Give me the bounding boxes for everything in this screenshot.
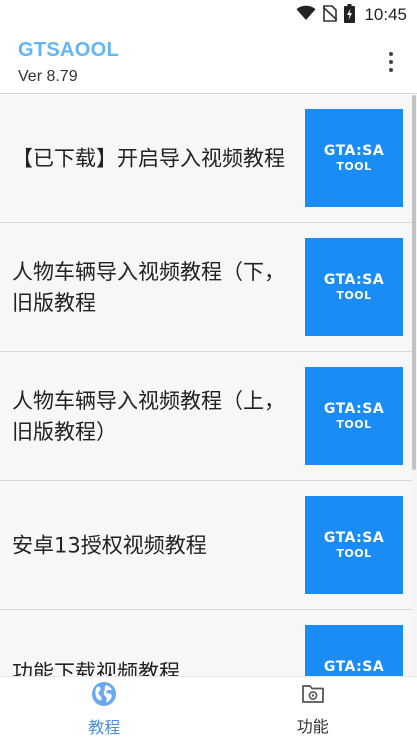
list-item-title: 安卓13授权视频教程: [12, 533, 207, 557]
list-scrollbar[interactable]: [412, 95, 416, 470]
thumbnail-line2: TOOL: [336, 547, 372, 560]
status-bar: 10:45: [0, 0, 417, 30]
thumbnail-line2: TOOL: [336, 418, 372, 431]
thumbnail-line2: TOOL: [336, 289, 372, 302]
thumbnail-line1: GTA:SA: [323, 143, 385, 159]
bottom-nav: 教程 功能: [0, 676, 417, 741]
thumbnail-line2: TOOL: [336, 160, 372, 173]
gtasa-tool-thumbnail: GTA:SA TOOL: [305, 625, 403, 676]
app-bar: GTSAOOL Ver 8.79: [0, 30, 417, 94]
more-vert-icon[interactable]: [379, 48, 403, 76]
tutorial-list[interactable]: 【已下载】开启导入视频教程 GTA:SA TOOL 人物车辆导入视频教程（下，旧…: [0, 95, 417, 676]
list-item[interactable]: 【已下载】开启导入视频教程 GTA:SA TOOL: [0, 95, 412, 223]
app-title: GTSAOOL: [18, 39, 119, 61]
thumbnail-line1: GTA:SA: [323, 659, 385, 675]
status-time: 10:45: [364, 5, 407, 24]
no-sim-icon: [322, 4, 338, 26]
thumbnail-line1: GTA:SA: [323, 401, 385, 417]
battery-charging-icon: [344, 3, 356, 27]
globe-icon: [91, 681, 117, 711]
list-item[interactable]: 安卓13授权视频教程 GTA:SA TOOL: [0, 482, 412, 610]
status-icons: 10:45: [296, 3, 407, 27]
tab-functions[interactable]: 功能: [209, 677, 417, 741]
list-item-title: 人物车辆导入视频教程（下，旧版教程: [12, 259, 285, 315]
tab-tutorials-label: 教程: [88, 718, 121, 737]
thumbnail-line1: GTA:SA: [323, 530, 385, 546]
tab-tutorials[interactable]: 教程: [0, 677, 209, 741]
list-item-title: 【已下载】开启导入视频教程: [12, 146, 285, 170]
tab-functions-label: 功能: [296, 717, 329, 736]
list-item[interactable]: 功能下载视频教程 GTA:SA TOOL: [0, 611, 412, 676]
list-item-title: 人物车辆导入视频教程（上，旧版教程）: [12, 388, 285, 444]
list-item-title: 功能下载视频教程: [12, 660, 180, 677]
list-item[interactable]: 人物车辆导入视频教程（上，旧版教程） GTA:SA TOOL: [0, 353, 412, 481]
gtasa-tool-thumbnail: GTA:SA TOOL: [305, 496, 403, 594]
list-item[interactable]: 人物车辆导入视频教程（下，旧版教程 GTA:SA TOOL: [0, 224, 412, 352]
wifi-icon: [296, 5, 316, 25]
gtasa-tool-thumbnail: GTA:SA TOOL: [305, 109, 403, 207]
folder-settings-icon: [301, 682, 325, 710]
thumbnail-line1: GTA:SA: [323, 272, 385, 288]
gtasa-tool-thumbnail: GTA:SA TOOL: [305, 367, 403, 465]
gtasa-tool-thumbnail: GTA:SA TOOL: [305, 238, 403, 336]
app-version: Ver 8.79: [18, 68, 78, 85]
